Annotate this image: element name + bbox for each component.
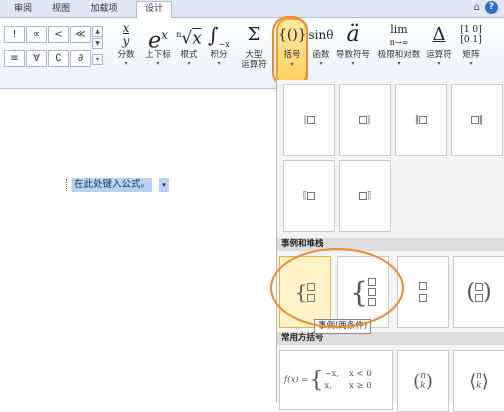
- chevron-down-icon: ▾: [217, 60, 221, 67]
- bracket-right-square[interactable]: ⟧: [339, 160, 391, 232]
- symbol-identical[interactable]: ≡: [4, 50, 25, 67]
- operator-icon: Δ: [432, 24, 446, 45]
- section-common-brackets: 常用方括号: [277, 332, 504, 345]
- tab-review[interactable]: 审阅: [8, 2, 38, 16]
- tooltip-cases: 事例(两条件): [314, 319, 372, 334]
- chevron-down-icon: ▾: [469, 60, 473, 67]
- equation-field[interactable]: 在此处键入公式。 ▾: [66, 178, 170, 192]
- limit-log-button[interactable]: lim n→∞ 极限和对数 ▾: [376, 20, 422, 67]
- equation-options-icon[interactable]: ▾: [158, 178, 169, 192]
- radical-button[interactable]: n√x 根式 ▾: [176, 20, 202, 67]
- bracket-right-bar[interactable]: |: [339, 84, 391, 156]
- document-page: [0, 89, 276, 403]
- bracket-right-double-bar[interactable]: ‖: [451, 84, 503, 156]
- section-cases-stacks: 事例和堆栈: [277, 238, 504, 251]
- symbol-less-than[interactable]: <: [48, 26, 69, 43]
- design-ribbon: ! ∝ < ≪ ≡ ∀ ∁ ∂ ▲ ▼ ▾ xy 分数 ▾ ex 上下标 ▾ n…: [0, 18, 504, 89]
- bracket-button[interactable]: {()} 括号 ▾: [276, 18, 308, 88]
- chevron-down-icon: ▾: [290, 61, 294, 68]
- cases-two-conditions[interactable]: {: [279, 256, 331, 328]
- cases-three-conditions[interactable]: {: [337, 256, 389, 328]
- chevron-down-icon: ▾: [187, 60, 191, 67]
- equation-placeholder[interactable]: 在此处键入公式。: [72, 178, 153, 192]
- matrix-icon: [1 0] [0 1]: [460, 25, 482, 45]
- accent-button[interactable]: ä 导数符号 ▾: [336, 20, 370, 67]
- tab-view[interactable]: 视图: [46, 2, 76, 16]
- summation-icon: Σ: [247, 24, 261, 45]
- tab-design[interactable]: 设计: [136, 1, 172, 18]
- tab-addins[interactable]: 加载项: [84, 2, 124, 16]
- integral-button[interactable]: ∫−x 积分 ▾: [206, 20, 232, 67]
- large-operator-button[interactable]: Σ 大型 运算符: [236, 20, 272, 70]
- chevron-down-icon: ▾: [397, 60, 401, 67]
- matrix-button[interactable]: [1 0] [0 1] 矩阵 ▾: [456, 20, 486, 67]
- symbol-factorial[interactable]: !: [4, 26, 25, 43]
- fraction-button[interactable]: xy 分数 ▾: [113, 20, 139, 67]
- function-icon: sinθ: [308, 28, 334, 42]
- symbols-scroll-down-icon[interactable]: ▼: [92, 38, 103, 49]
- operator-button[interactable]: Δ 运算符 ▾: [424, 20, 454, 67]
- function-button[interactable]: sinθ 函数 ▾: [306, 20, 336, 67]
- stack-two-elements[interactable]: [397, 256, 449, 328]
- bracket-double-bar[interactable]: ‖: [395, 84, 447, 156]
- symbol-for-all[interactable]: ∀: [26, 50, 47, 67]
- script-icon: ex: [148, 28, 168, 54]
- bracket-icon: {()}: [278, 27, 307, 43]
- symbols-scroll-up-icon[interactable]: ▲: [92, 26, 103, 37]
- chevron-down-icon: ▾: [124, 60, 128, 67]
- bracket-single-bar[interactable]: |: [283, 84, 335, 156]
- chevron-down-icon: ▾: [437, 60, 441, 67]
- limit-icon: lim n→∞: [389, 23, 409, 48]
- symbol-proportional[interactable]: ∝: [26, 26, 47, 43]
- ribbon-tab-bar: 审阅 视图 加载项 设计 ⌂ ?: [0, 0, 504, 18]
- script-button[interactable]: ex 上下标 ▾: [141, 20, 175, 67]
- chevron-down-icon: ▾: [319, 60, 323, 67]
- chevron-down-icon: ▾: [156, 60, 160, 67]
- minimize-ribbon-icon[interactable]: ⌂: [474, 2, 480, 13]
- symbol-partial[interactable]: ∂: [70, 50, 91, 67]
- integral-icon: ∫−x: [208, 23, 230, 49]
- symbols-more-icon[interactable]: ▾: [92, 54, 103, 65]
- stack-in-parentheses[interactable]: (): [453, 256, 504, 328]
- bracket-gallery: | | ‖ ‖ ⟦ ⟧ 事例和堆栈 { { () 常用方括号 f(x) = { …: [276, 80, 504, 412]
- chevron-down-icon: ▾: [351, 60, 355, 67]
- symbol-much-less[interactable]: ≪: [70, 26, 91, 43]
- bracket-left-square[interactable]: ⟦: [283, 160, 335, 232]
- fraction-icon: xy: [122, 21, 130, 48]
- accent-icon: ä: [346, 22, 360, 47]
- piecewise-function-example[interactable]: f(x) = { −x, x < 0 x, x ≥ 0: [279, 350, 393, 410]
- help-icon[interactable]: ?: [485, 1, 498, 14]
- symbol-complement[interactable]: ∁: [48, 50, 69, 67]
- radical-icon: n√x: [176, 28, 202, 49]
